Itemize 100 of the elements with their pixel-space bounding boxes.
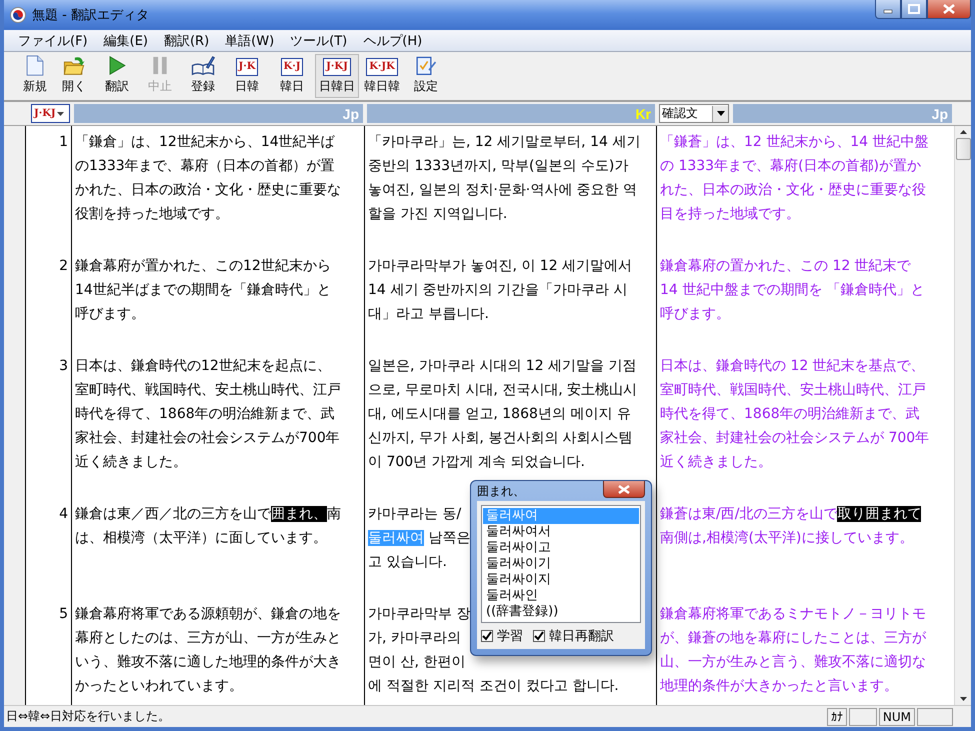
translation-text-line: 으로, 무로마치 시대, 전국시대, 安土桃山시 — [368, 381, 638, 400]
column-header: Jp — [733, 104, 952, 123]
line-number: 1 — [59, 133, 68, 152]
close-icon — [618, 484, 630, 494]
scroll-thumb[interactable] — [956, 138, 970, 160]
translation-text-line: 대」라고 부릅니다. — [368, 305, 489, 324]
translation-text-line: 이 700년 가깝게 계속 되었습니다. — [368, 453, 585, 472]
back-translation-text-line: が、鎌蒼の地を幕府にしたことは、三方が — [660, 629, 926, 648]
checkbox-label: 韓日再翻訳 — [549, 628, 614, 645]
translation-text-line: 가, 카마쿠라의 — [368, 629, 461, 648]
back-translation-text-line: 鎌蒼は東/西/北の三方を山で取り囲まれて — [660, 505, 922, 524]
translation-text-line: 에 적절한 지리적 조건이 컸다고 합니다. — [368, 677, 619, 696]
checkbox[interactable] — [533, 630, 545, 642]
back-translation-text-line: 日本は、鎌倉時代の 12 世紀末を基点で、 — [660, 357, 925, 376]
candidate-item[interactable]: 둘러싸여서 — [483, 524, 639, 540]
menu-item[interactable]: ツール(T) — [282, 32, 356, 50]
translation-text-line: 카마쿠라는 동/ — [368, 505, 462, 524]
candidate-item[interactable]: 둘러싸이고 — [483, 540, 639, 556]
back-translation-text-line: 鎌倉幕府将軍であるミナモトノ－ヨリトモ — [660, 605, 926, 624]
source-text-line: 鎌倉は東／西／北の三方を山で囲まれ、南 — [75, 505, 341, 524]
source-text-line: 鎌倉幕府が置かれた、この12世紀末から — [75, 257, 331, 276]
mode-dropdown[interactable]: J·KJ — [31, 104, 70, 123]
toolbar-button[interactable]: K·J 韓日 — [270, 54, 314, 98]
status-indicator: NUM — [878, 708, 915, 726]
source-text-line: いう、難攻不落に適した地理的条件が大き — [75, 653, 341, 672]
translation-text-line: 면이 산, 한편이 — [368, 653, 466, 672]
toolbar-button[interactable]: J·K 日韓 — [225, 54, 269, 98]
toolbar-button[interactable]: 設定 — [405, 54, 447, 98]
pause-icon — [151, 55, 169, 76]
translation-text-line: 「카마쿠라」는, 12 세기말로부터, 14 세기 — [368, 133, 640, 152]
back-translation-text-line: 山、一方が生みと言う、難攻不落に適切な — [660, 653, 926, 672]
document-icon — [25, 55, 45, 76]
translation-text-line: 14 세기 중반까지의 기간을「가마쿠라 시 — [368, 281, 628, 300]
maximize-button[interactable] — [901, 0, 927, 19]
menu-item[interactable]: 編集(E) — [96, 32, 156, 50]
menu-item[interactable]: ヘルプ(H) — [355, 32, 430, 50]
language-pair-icon: K·JK — [366, 58, 398, 76]
back-translation-text-line: 室町時代、戦国時代、安土桃山時代、江戸 — [660, 381, 926, 400]
back-translation-text-line: 家社会、封建社会の社会システムが 700年 — [660, 429, 930, 448]
status-empty-pane — [848, 708, 877, 726]
back-translation-text-line: 近く続きました。 — [660, 453, 772, 472]
toolbar-button[interactable]: K·JK 韓日韓 — [360, 54, 404, 98]
back-translation-text-line: 鎌倉幕府の置かれた、この 12 世紀末で — [660, 257, 911, 276]
dropdown-arrow-icon — [56, 112, 64, 116]
source-text-line: の1333年まで、幕府（日本の首都）が置 — [75, 157, 335, 176]
column-header: Jp — [74, 104, 363, 123]
book-pen-icon — [189, 55, 217, 76]
source-text-line: かれた、日本の政治・文化・歴史に重要な — [75, 181, 341, 200]
source-text-line: 日本は、鎌倉時代の12世紀末を起点に、 — [75, 357, 331, 376]
translation-text-line: 고 있습니다. — [368, 553, 447, 572]
source-text-line: 家社会、封建社会の社会システムが700年 — [75, 429, 340, 448]
line-number: 2 — [59, 257, 68, 276]
language-pair-icon: J·KJ — [323, 58, 351, 76]
candidate-item[interactable]: 둘러싸이기 — [483, 556, 639, 572]
menu-item[interactable]: ファイル(F) — [10, 32, 96, 50]
check-mode-dropdown[interactable]: 確認文 — [659, 104, 729, 123]
source-text-line: は、相模湾（太平洋）に面しています。 — [75, 529, 327, 548]
line-number: 5 — [59, 605, 68, 624]
menu-item[interactable]: 単語(W) — [217, 32, 282, 50]
candidate-item[interactable]: 둘러싸이지 — [483, 572, 639, 588]
back-translation-text-line: の 1333年まで、幕府(日本の首都)が置か — [660, 157, 922, 176]
source-text-line: かったといわれています。 — [75, 677, 243, 696]
back-translation-text-line: 「鎌蒼」は、12 世紀末から、14 世紀中盤 — [660, 133, 929, 152]
back-translation-text-line: 呼びます。 — [660, 305, 730, 324]
popup-title: 囲まれ、 — [477, 482, 525, 500]
toolbar-button[interactable]: 登録 — [182, 54, 224, 98]
toolbar-button[interactable]: 開く — [53, 54, 95, 98]
dropdown-arrow-icon — [716, 111, 724, 116]
toolbar-button[interactable]: 翻訳 — [96, 54, 138, 98]
source-text-line: 鎌倉幕府将軍である源頼朝が、鎌倉の地を — [75, 605, 341, 624]
vertical-scrollbar[interactable] — [954, 126, 971, 705]
app-logo-icon — [10, 7, 26, 23]
close-button[interactable] — [603, 481, 645, 498]
source-text-line: 呼びます。 — [75, 305, 145, 324]
candidate-item[interactable]: ((辞書登録)) — [483, 604, 639, 620]
language-pair-icon: K·J — [280, 58, 304, 76]
source-text-line: 「鎌倉」は、12世紀末から、14世紀半ば — [75, 133, 335, 152]
close-button[interactable] — [927, 0, 971, 19]
translation-text-line: 신까지, 무가 사회, 봉건사회의 사회시스템 — [368, 429, 633, 448]
back-translation-text-line: 14 世紀中盤までの期間を 「鎌倉時代」と — [660, 281, 925, 300]
checkbox[interactable] — [481, 630, 493, 642]
minimize-button[interactable] — [875, 0, 901, 19]
source-text-line: 役割を持った地域です。 — [75, 205, 229, 224]
window-title: 無題 - 翻訳エディタ — [32, 7, 149, 24]
back-translation-text-line: 地理的条件が大きかったと言います。 — [660, 677, 898, 696]
menu-item[interactable]: 翻訳(R) — [156, 32, 218, 50]
maximize-icon — [908, 4, 920, 14]
toolbar-button[interactable]: 新規 — [18, 54, 52, 98]
candidate-item[interactable]: 둘러싸인 — [483, 588, 639, 604]
toolbar-button[interactable]: J·KJ 日韓日 — [315, 54, 359, 98]
translation-text-line: 중반의 1333년까지, 막부(일본의 수도)가 — [368, 157, 628, 176]
back-translation-text-line: れた、日本の政治・文化・歴史に重要な役 — [660, 181, 926, 200]
language-pair-icon: J·K — [236, 58, 258, 76]
source-text-line: 近く続きました。 — [75, 453, 187, 472]
source-text-line: 14世紀半ばまでの期間を「鎌倉時代」と — [75, 281, 331, 300]
translation-text-line: 둘러싸여 남쪽은 — [368, 529, 470, 548]
translation-text-line: 가마쿠라막부 장 — [368, 605, 470, 624]
line-number: 4 — [59, 505, 68, 524]
folder-icon — [61, 55, 87, 76]
line-number: 3 — [59, 357, 68, 376]
